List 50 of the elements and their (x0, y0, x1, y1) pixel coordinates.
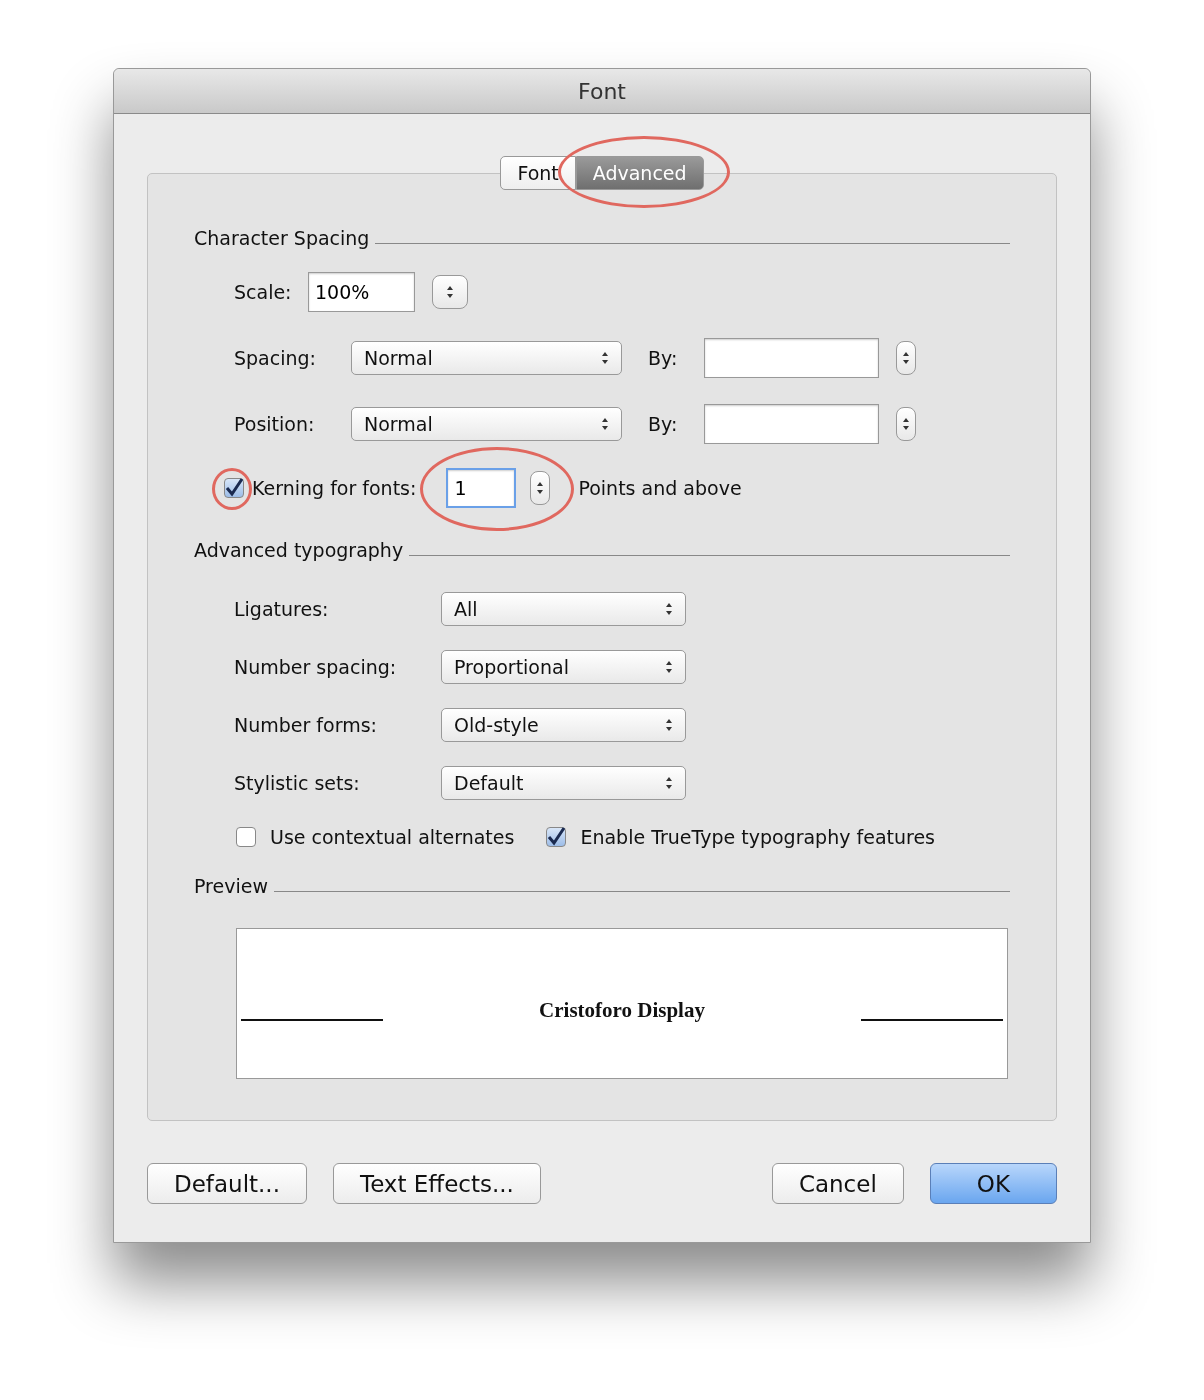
by-field[interactable] (704, 404, 879, 444)
field-label: Spacing: (234, 347, 317, 369)
dropdown[interactable]: Normal (351, 407, 622, 441)
checkbox[interactable] (224, 478, 244, 498)
dialog-button[interactable]: Cancel (771, 1163, 904, 1204)
scale-field[interactable]: 100% (308, 272, 415, 312)
checkbox-label: Use contextual alternates (270, 826, 515, 848)
up-down-arrows-icon (601, 351, 609, 365)
up-down-arrows-icon (446, 285, 454, 299)
tab[interactable]: Advanced (575, 156, 704, 190)
stepper-control[interactable] (896, 341, 916, 375)
dialog-button[interactable]: Text Effects... (333, 1163, 541, 1204)
up-down-arrows-icon (665, 660, 673, 674)
dialog-button[interactable]: Default... (147, 1163, 307, 1204)
tab[interactable]: Font (500, 156, 576, 190)
up-down-arrows-icon (601, 417, 609, 431)
field-label: By: (648, 347, 679, 369)
field-label: Position: (234, 413, 316, 435)
field-label: Stylistic sets: (234, 772, 361, 794)
field-label: Scale: (234, 281, 293, 303)
dropdown[interactable]: Normal (351, 341, 622, 375)
field-label: Points and above (578, 477, 742, 499)
dropdown[interactable]: Old-style (441, 708, 686, 742)
field-label: By: (648, 413, 679, 435)
checkbox[interactable] (236, 827, 256, 847)
checkbox-label: Enable TrueType typography features (580, 826, 935, 848)
field-label: Number spacing: (234, 656, 398, 678)
preview-sample-text: Cristoforo Display (538, 998, 706, 1023)
up-down-arrows-icon (665, 776, 673, 790)
checkbox-label: Kerning for fonts: (252, 477, 417, 499)
dropdown[interactable]: Proportional (441, 650, 686, 684)
field-label: Number forms: (234, 714, 378, 736)
section-heading: Character Spacing (194, 226, 370, 250)
section-heading: Advanced typography (194, 538, 404, 562)
up-down-arrows-icon (536, 481, 545, 495)
stepper-control[interactable] (530, 471, 551, 505)
field-label: Ligatures: (234, 598, 330, 620)
dropdown[interactable]: Default (441, 766, 686, 800)
up-down-arrows-icon (902, 351, 910, 365)
kerning-field[interactable]: 1 (446, 468, 517, 508)
dropdown[interactable]: All (441, 592, 686, 626)
ok-button[interactable]: OK (929, 1163, 1057, 1204)
up-down-arrows-icon (902, 417, 910, 431)
window-title: Font (578, 78, 626, 104)
stepper-control[interactable] (896, 407, 916, 441)
checkbox[interactable] (546, 827, 567, 847)
up-down-arrows-icon (665, 718, 673, 732)
section-heading: Preview (194, 874, 268, 898)
by-field[interactable] (704, 338, 879, 378)
up-down-arrows-icon (665, 602, 673, 616)
